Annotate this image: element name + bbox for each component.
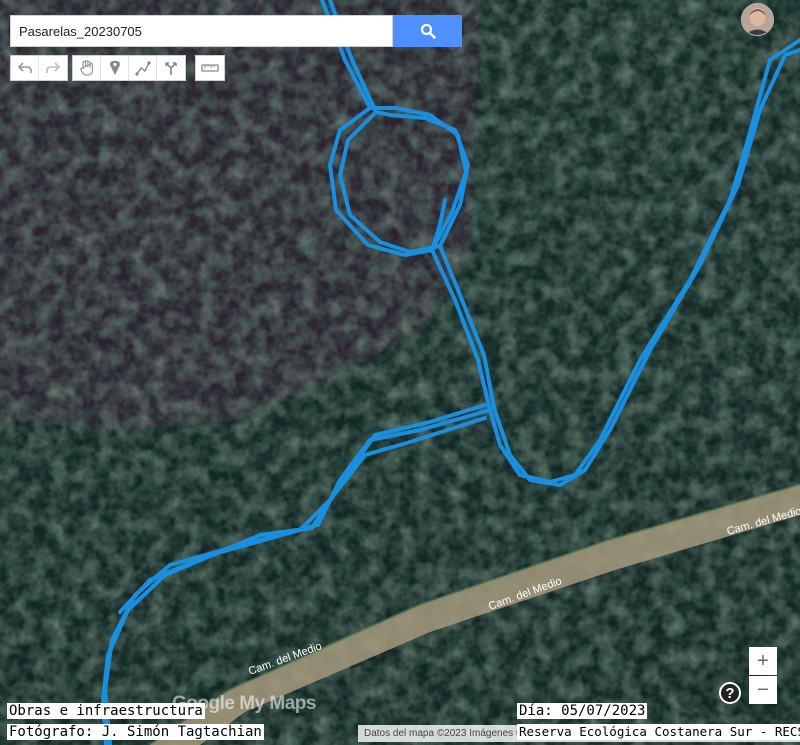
user-photo-icon bbox=[742, 4, 773, 35]
measure-button[interactable] bbox=[196, 56, 224, 80]
redo-button[interactable] bbox=[39, 56, 67, 80]
add-marker-button[interactable] bbox=[101, 56, 129, 80]
directions-icon bbox=[165, 62, 177, 75]
caption-photographer: Fotógrafo: J. Simón Tagtachian bbox=[7, 724, 264, 740]
undo-button[interactable] bbox=[11, 56, 39, 80]
search-button[interactable] bbox=[393, 15, 462, 47]
help-label: ? bbox=[725, 684, 735, 702]
avatar[interactable] bbox=[741, 3, 774, 36]
redo-icon bbox=[46, 62, 60, 73]
history-toolbar bbox=[10, 55, 68, 81]
search-icon bbox=[420, 23, 436, 39]
caption-date: Día: 05/07/2023 bbox=[517, 703, 648, 719]
search-input[interactable]: Pasarelas_20230705 bbox=[10, 15, 393, 47]
help-button[interactable]: ? bbox=[719, 682, 741, 704]
ruler-icon bbox=[201, 64, 219, 72]
satellite-map[interactable]: Cam. del Medio Cam. del Medio Cam. del M… bbox=[0, 0, 800, 745]
add-marker-icon bbox=[109, 60, 120, 75]
directions-button[interactable] bbox=[157, 56, 185, 80]
zoom-out-button[interactable]: − bbox=[749, 676, 777, 704]
caption-organization: Reserva Ecológica Costanera Sur - RECS bbox=[517, 724, 800, 740]
zoom-in-button[interactable]: + bbox=[749, 647, 777, 675]
tools-toolbar bbox=[72, 55, 186, 81]
draw-line-icon bbox=[134, 61, 151, 76]
measure-toolbar bbox=[195, 55, 225, 81]
zoom-out-label: − bbox=[757, 678, 769, 701]
undo-icon bbox=[17, 62, 32, 73]
caption-category: Obras e infraestructura bbox=[7, 703, 205, 719]
pan-tool-button[interactable] bbox=[73, 56, 101, 80]
hand-pan-icon bbox=[79, 60, 93, 76]
draw-line-button[interactable] bbox=[129, 56, 157, 80]
zoom-in-label: + bbox=[757, 649, 769, 672]
search-input-value: Pasarelas_20230705 bbox=[19, 23, 142, 39]
